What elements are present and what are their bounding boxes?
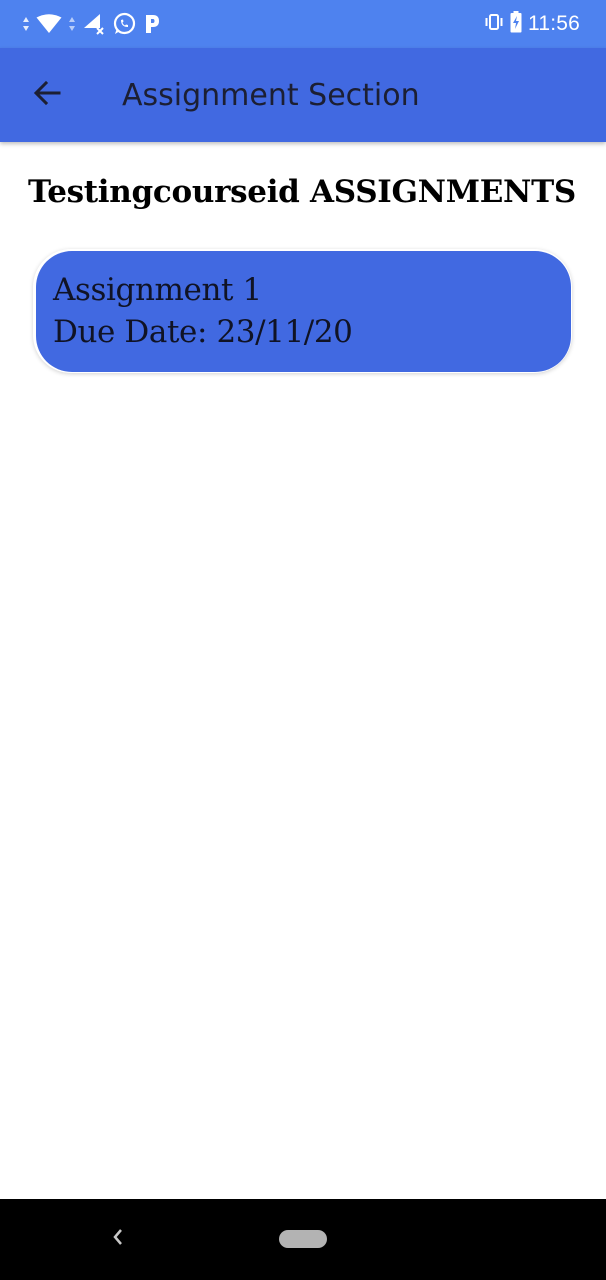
nav-back-button[interactable] bbox=[104, 1225, 132, 1253]
navigation-bar bbox=[0, 1199, 606, 1280]
chevron-left-icon bbox=[110, 1226, 126, 1252]
status-icons-right: 11:56 bbox=[484, 10, 580, 38]
assignment-name: Assignment 1 bbox=[53, 272, 262, 308]
arrow-back-icon bbox=[32, 78, 62, 112]
whatsapp-icon bbox=[112, 12, 136, 36]
status-icons-left bbox=[22, 10, 162, 38]
section-heading: Testingcourseid ASSIGNMENTS bbox=[28, 174, 576, 210]
battery-charging-icon bbox=[510, 11, 522, 37]
back-button[interactable] bbox=[24, 72, 70, 118]
signal-x-icon bbox=[82, 13, 106, 35]
vibrate-icon bbox=[484, 13, 504, 35]
status-bar: 11:56 bbox=[0, 0, 606, 48]
assignment-card[interactable]: Assignment 1 Due Date: 23/11/20 bbox=[36, 251, 571, 372]
app-title: Assignment Section bbox=[122, 78, 420, 113]
status-time: 11:56 bbox=[528, 12, 580, 35]
app-bar: Assignment Section bbox=[0, 48, 606, 142]
assignment-due-date: Due Date: 23/11/20 bbox=[53, 314, 353, 350]
data-arrows-icon bbox=[22, 16, 30, 32]
wifi-icon bbox=[36, 14, 62, 34]
data-arrows-icon bbox=[68, 16, 76, 32]
home-pill-icon[interactable] bbox=[279, 1230, 327, 1248]
p-icon bbox=[142, 13, 162, 35]
